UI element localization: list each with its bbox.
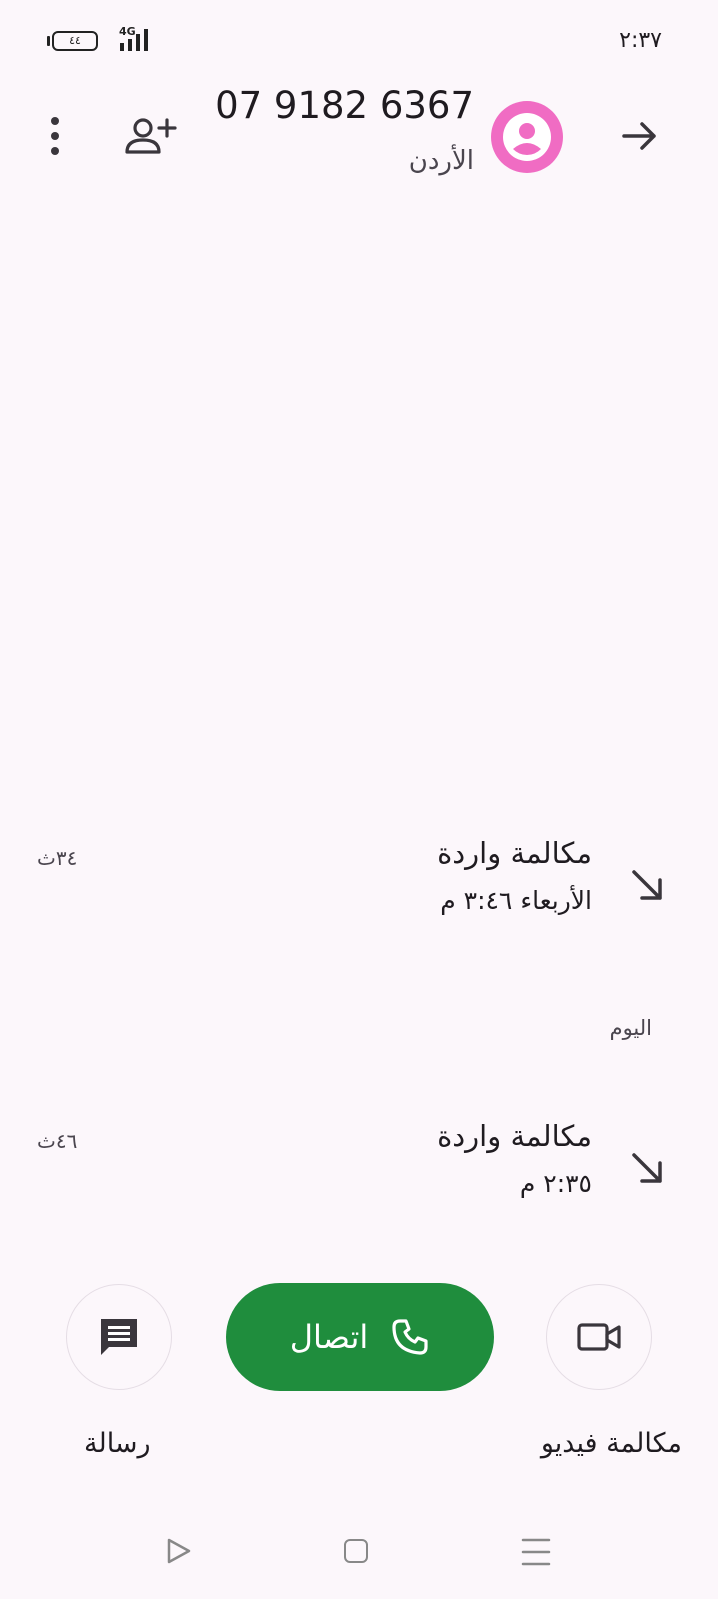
- person-icon: [503, 113, 551, 161]
- call-log-entry[interactable]: مكالمة واردة ٢:٣٥ م ٤٦ث: [0, 1103, 718, 1223]
- message-label: رسالة: [84, 1428, 151, 1459]
- message-icon: [101, 1319, 137, 1355]
- call-type: مكالمة واردة: [437, 836, 592, 870]
- message-button[interactable]: [66, 1284, 172, 1390]
- avatar: [491, 101, 563, 173]
- call-type: مكالمة واردة: [437, 1119, 592, 1153]
- call-duration: ٣٤ث: [37, 846, 78, 870]
- status-time: ٢:٣٧: [619, 28, 662, 53]
- nav-recents-icon[interactable]: [521, 1537, 551, 1567]
- call-duration: ٤٦ث: [37, 1129, 78, 1153]
- call-received-icon: [632, 1153, 662, 1183]
- video-call-button[interactable]: [546, 1284, 652, 1390]
- call-received-icon: [632, 870, 662, 900]
- call-button[interactable]: اتصال: [226, 1283, 494, 1391]
- more-vert-icon[interactable]: [46, 114, 64, 158]
- call-time: الأربعاء ٣:٤٦ م: [440, 886, 592, 915]
- country-label: الأردن: [408, 146, 474, 176]
- nav-back-icon[interactable]: [165, 1536, 193, 1566]
- phone-number: 07 9182 6367: [215, 84, 474, 127]
- person-add-icon[interactable]: [121, 114, 177, 158]
- call-time: ٢:٣٥ م: [519, 1169, 592, 1198]
- battery-nub: [47, 36, 50, 46]
- battery-level: ٤٤: [69, 34, 81, 47]
- arrow-right-icon[interactable]: [618, 114, 662, 158]
- video-call-label: مكالمة فيديو: [540, 1428, 682, 1459]
- phone-icon: [392, 1319, 428, 1355]
- signal-icon: [120, 29, 148, 51]
- call-button-label: اتصال: [289, 1318, 369, 1356]
- nav-home-icon[interactable]: [344, 1539, 368, 1563]
- call-log-entry[interactable]: مكالمة واردة الأربعاء ٣:٤٦ م ٣٤ث: [0, 820, 718, 940]
- section-today-label: اليوم: [609, 1016, 652, 1040]
- videocam-icon: [577, 1323, 621, 1351]
